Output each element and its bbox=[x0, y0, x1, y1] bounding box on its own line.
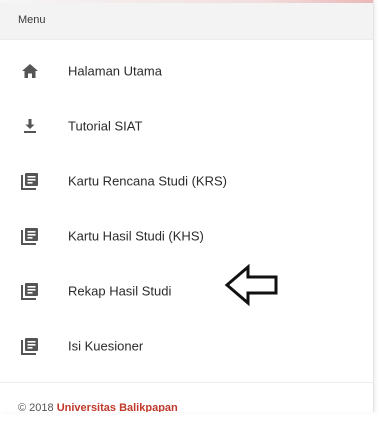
menu-item-label: Rekap Hasil Studi bbox=[68, 283, 172, 299]
menu-item-label: Tutorial SIAT bbox=[68, 118, 143, 134]
menu-item-khs[interactable]: Kartu Hasil Studi (KHS) bbox=[0, 214, 373, 258]
copyright-year: © 2018 bbox=[18, 402, 54, 412]
document-list-icon bbox=[20, 281, 40, 301]
menu-item-label: Kartu Rencana Studi (KRS) bbox=[68, 173, 227, 189]
sidebar-footer: © 2018 Universitas Balikpapan bbox=[0, 382, 373, 412]
menu-item-rekap-hasil-studi[interactable]: Rekap Hasil Studi bbox=[0, 269, 373, 313]
menu-header: Menu bbox=[0, 3, 373, 40]
sidebar-menu: Menu Halaman Utama Tutorial SIAT Kartu R… bbox=[0, 0, 374, 412]
menu-item-isi-kuesioner[interactable]: Isi Kuesioner bbox=[0, 324, 373, 368]
menu-item-halaman-utama[interactable]: Halaman Utama bbox=[0, 49, 373, 93]
footer-brand-link[interactable]: Universitas Balikpapan bbox=[57, 402, 178, 412]
document-list-icon bbox=[20, 171, 40, 191]
download-icon bbox=[20, 116, 40, 136]
arrow-left-outline-icon bbox=[224, 264, 278, 306]
document-list-icon bbox=[20, 226, 40, 246]
menu-item-tutorial-siat[interactable]: Tutorial SIAT bbox=[0, 104, 373, 148]
menu-item-label: Halaman Utama bbox=[68, 63, 162, 79]
menu-header-label: Menu bbox=[18, 14, 46, 26]
document-list-icon bbox=[20, 336, 40, 356]
menu-item-krs[interactable]: Kartu Rencana Studi (KRS) bbox=[0, 159, 373, 203]
menu-item-label: Isi Kuesioner bbox=[68, 338, 144, 354]
menu-item-label: Kartu Hasil Studi (KHS) bbox=[68, 228, 204, 244]
home-icon bbox=[20, 61, 40, 81]
copyright-text: © 2018 Universitas Balikpapan bbox=[18, 402, 178, 412]
